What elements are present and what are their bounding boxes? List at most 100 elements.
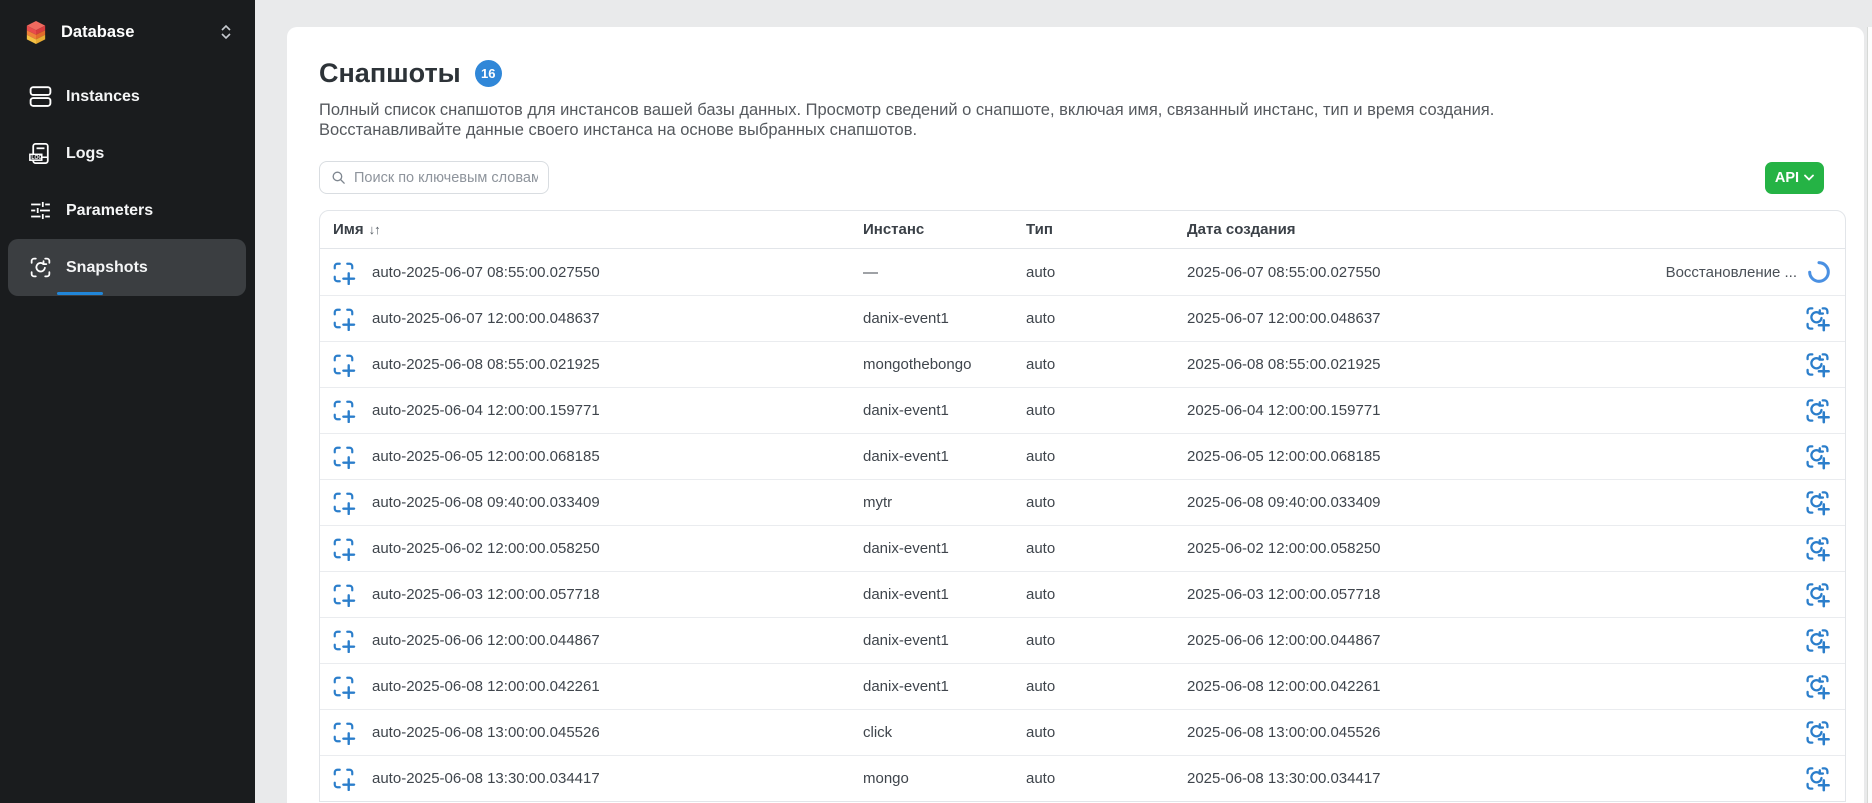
sidebar-item-label: Instances: [66, 88, 140, 106]
column-header-name[interactable]: Имя ↓↑: [320, 221, 863, 238]
search-icon: [330, 169, 347, 186]
restore-snapshot-button[interactable]: [1803, 442, 1832, 471]
snapshot-type: auto: [1026, 494, 1187, 511]
created-date: 2025-06-08 13:30:00.034417: [1187, 770, 1645, 787]
created-date: 2025-06-08 13:00:00.045526: [1187, 724, 1645, 741]
column-header-type: Тип: [1026, 221, 1187, 238]
snapshot-add-icon: [331, 306, 356, 331]
snapshot-add-icon: [331, 582, 356, 607]
description-line: Восстанавливайте данные своего инстанса …: [319, 120, 1846, 140]
chevron-down-icon: [1804, 174, 1814, 181]
restore-snapshot-button[interactable]: [1803, 534, 1832, 563]
restore-snapshot-button[interactable]: [1803, 350, 1832, 379]
created-date: 2025-06-07 08:55:00.027550: [1187, 264, 1645, 281]
table-row: auto-2025-06-08 12:00:00.042261 danix-ev…: [320, 663, 1845, 709]
snapshot-add-icon: [331, 674, 356, 699]
restore-snapshot-button[interactable]: [1803, 764, 1832, 793]
column-header-created: Дата создания: [1187, 221, 1645, 238]
snapshot-name: auto-2025-06-08 09:40:00.033409: [372, 494, 600, 511]
table-row: auto-2025-06-08 13:00:00.045526 click au…: [320, 709, 1845, 755]
logs-icon: LOG: [27, 141, 53, 167]
sidebar-item-logs[interactable]: LOG Logs: [8, 125, 246, 182]
sidebar-item-parameters[interactable]: Parameters: [8, 182, 246, 239]
search-box: [319, 161, 549, 194]
created-date: 2025-06-08 12:00:00.042261: [1187, 678, 1645, 695]
page-description: Полный список снапшотов для инстансов ва…: [319, 100, 1846, 140]
table-row: auto-2025-06-02 12:00:00.058250 danix-ev…: [320, 525, 1845, 571]
created-date: 2025-06-08 08:55:00.021925: [1187, 356, 1645, 373]
active-indicator: [57, 292, 103, 296]
table-row: auto-2025-06-08 08:55:00.021925 mongothe…: [320, 341, 1845, 387]
instance-name: mytr: [863, 494, 1026, 511]
snapshot-name: auto-2025-06-08 12:00:00.042261: [372, 678, 600, 695]
snapshot-name: auto-2025-06-08 08:55:00.021925: [372, 356, 600, 373]
table-header: Имя ↓↑ Инстанс Тип Дата создания: [320, 211, 1845, 249]
snapshot-type: auto: [1026, 448, 1187, 465]
instance-name: mongothebongo: [863, 356, 1026, 373]
page-title: Снапшоты: [319, 58, 461, 89]
instance-name: danix-event1: [863, 632, 1026, 649]
product-label: Database: [61, 23, 134, 42]
column-header-label: Имя: [333, 221, 364, 238]
instances-icon: [27, 84, 53, 110]
table-body: auto-2025-06-07 08:55:00.027550 — auto 2…: [320, 249, 1845, 801]
instance-name: click: [863, 724, 1026, 741]
restore-snapshot-button[interactable]: [1803, 626, 1832, 655]
snapshot-name: auto-2025-06-03 12:00:00.057718: [372, 586, 600, 603]
sidebar-item-label: Logs: [66, 145, 104, 163]
snapshots-table: Имя ↓↑ Инстанс Тип Дата создания auto-20…: [319, 210, 1846, 802]
instance-name: danix-event1: [863, 448, 1026, 465]
snapshot-add-icon: [331, 398, 356, 423]
table-row: auto-2025-06-08 13:30:00.034417 mongo au…: [320, 755, 1845, 801]
snapshot-add-icon: [331, 490, 356, 515]
api-button-label: API: [1775, 170, 1799, 186]
snapshots-icon: [27, 255, 53, 281]
created-date: 2025-06-05 12:00:00.068185: [1187, 448, 1645, 465]
product-switcher[interactable]: Database: [0, 10, 255, 54]
restore-snapshot-button[interactable]: [1803, 718, 1832, 747]
sidebar-menu: Instances LOG Logs: [0, 68, 255, 296]
snapshot-type: auto: [1026, 724, 1187, 741]
snapshot-add-icon: [331, 260, 356, 285]
sidebar-item-snapshots[interactable]: Snapshots: [8, 239, 246, 296]
instance-name: mongo: [863, 770, 1026, 787]
search-input[interactable]: [319, 161, 549, 194]
snapshot-type: auto: [1026, 678, 1187, 695]
restore-snapshot-button[interactable]: [1803, 488, 1832, 517]
created-date: 2025-06-04 12:00:00.159771: [1187, 402, 1645, 419]
sidebar-item-instances[interactable]: Instances: [8, 68, 246, 125]
instance-name: danix-event1: [863, 678, 1026, 695]
sort-icon: ↓↑: [369, 222, 380, 237]
created-date: 2025-06-02 12:00:00.058250: [1187, 540, 1645, 557]
snapshot-add-icon: [331, 766, 356, 791]
created-date: 2025-06-08 09:40:00.033409: [1187, 494, 1645, 511]
restore-snapshot-button[interactable]: [1803, 396, 1832, 425]
table-row: auto-2025-06-06 12:00:00.044867 danix-ev…: [320, 617, 1845, 663]
snapshot-name: auto-2025-06-07 12:00:00.048637: [372, 310, 600, 327]
snapshot-type: auto: [1026, 310, 1187, 327]
parameters-icon: [27, 198, 53, 224]
restore-snapshot-button[interactable]: [1803, 304, 1832, 333]
instance-name: —: [863, 264, 1026, 281]
snapshot-name: auto-2025-06-02 12:00:00.058250: [372, 540, 600, 557]
chevron-up-down-icon: [220, 24, 232, 40]
snapshot-name: auto-2025-06-05 12:00:00.068185: [372, 448, 600, 465]
snapshot-name: auto-2025-06-08 13:00:00.045526: [372, 724, 600, 741]
instance-name: danix-event1: [863, 540, 1026, 557]
sidebar: Database Instances: [0, 0, 255, 803]
snapshot-type: auto: [1026, 356, 1187, 373]
content-card: Снапшоты 16 Полный список снапшотов для …: [287, 27, 1864, 803]
api-button[interactable]: API: [1765, 162, 1824, 194]
table-row: auto-2025-06-03 12:00:00.057718 danix-ev…: [320, 571, 1845, 617]
scrollbar-track[interactable]: [1867, 27, 1872, 803]
snapshot-add-icon: [331, 352, 356, 377]
restore-snapshot-button[interactable]: [1803, 580, 1832, 609]
snapshot-add-icon: [331, 720, 356, 745]
restore-snapshot-button[interactable]: [1803, 672, 1832, 701]
created-date: 2025-06-06 12:00:00.044867: [1187, 632, 1645, 649]
snapshot-name: auto-2025-06-08 13:30:00.034417: [372, 770, 600, 787]
snapshot-name: auto-2025-06-04 12:00:00.159771: [372, 402, 600, 419]
table-row: auto-2025-06-08 09:40:00.033409 mytr aut…: [320, 479, 1845, 525]
snapshot-name: auto-2025-06-07 08:55:00.027550: [372, 264, 600, 281]
snapshot-add-icon: [331, 536, 356, 561]
